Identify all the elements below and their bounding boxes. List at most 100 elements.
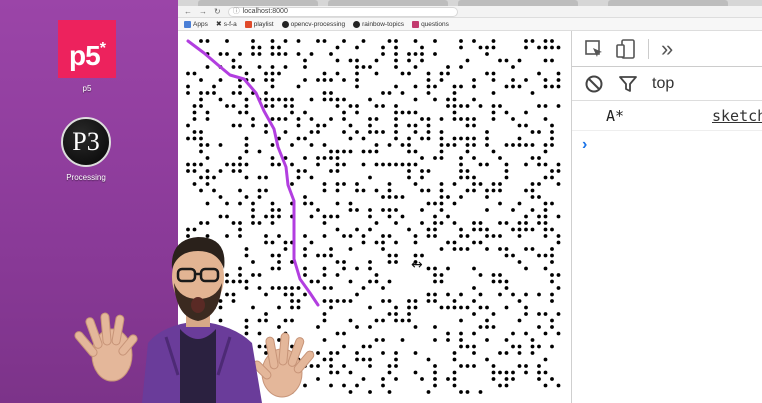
obstacle-dot — [329, 214, 333, 219]
bookmark-rainbow-topics[interactable]: rainbow-topics — [353, 20, 404, 28]
obstacle-dot — [199, 39, 203, 43]
obstacle-dot — [244, 104, 249, 108]
bookmark-opencv-processing[interactable]: opencv-processing — [281, 20, 345, 28]
more-panels-icon[interactable]: » — [661, 37, 673, 59]
obstacle-dot — [199, 175, 203, 180]
obstacle-dot — [225, 104, 229, 108]
filter-icon[interactable] — [618, 74, 638, 94]
clear-console-icon[interactable] — [584, 74, 604, 94]
obstacle-dot — [309, 201, 314, 206]
obstacle-dot — [368, 123, 372, 128]
obstacle-dot — [381, 45, 385, 50]
obstacle-dot — [433, 325, 437, 329]
obstacle-dot — [205, 65, 210, 69]
obstacle-dot — [485, 162, 489, 167]
obstacle-dot — [374, 104, 379, 108]
obstacle-dot — [446, 240, 450, 245]
browser-tab[interactable] — [328, 0, 448, 6]
obstacle-dot — [550, 175, 554, 180]
obstacle-dot — [387, 195, 392, 199]
obstacle-dot — [329, 169, 333, 173]
obstacle-dot — [381, 377, 385, 381]
obstacle-dot — [342, 110, 346, 115]
obstacle-dot — [309, 130, 314, 134]
obstacle-dot — [355, 78, 359, 82]
console-prompt[interactable]: › — [572, 131, 762, 159]
forward-icon[interactable]: → — [199, 6, 207, 18]
obstacle-dot — [511, 253, 515, 258]
obstacle-dot — [361, 286, 366, 290]
bookmark-s-f-a[interactable]: ✖ s-f-a — [216, 20, 237, 29]
obstacle-dot — [251, 208, 255, 212]
obstacle-dot — [550, 39, 554, 43]
obstacle-dot — [498, 370, 502, 375]
browser-tab[interactable] — [608, 0, 728, 6]
obstacle-dot — [459, 162, 463, 167]
obstacle-dot — [361, 136, 366, 141]
obstacle-dot — [452, 84, 457, 89]
desktop-icon-label: Processing — [66, 173, 106, 182]
obstacle-dot — [426, 234, 431, 238]
obstacle-dot — [472, 240, 476, 245]
device-toggle-icon[interactable] — [616, 38, 636, 59]
obstacle-dot — [205, 117, 210, 121]
obstacle-dot — [426, 201, 431, 206]
obstacle-dot — [368, 65, 372, 69]
obstacle-dot — [550, 130, 554, 134]
back-icon[interactable]: ← — [184, 6, 192, 18]
browser-tab[interactable] — [458, 0, 578, 6]
inspect-element-icon[interactable] — [584, 39, 604, 59]
obstacle-dot — [517, 221, 522, 225]
obstacle-dot — [465, 305, 470, 310]
obstacle-dot — [472, 136, 476, 141]
obstacle-dot — [316, 208, 320, 212]
obstacle-dot — [556, 312, 561, 316]
obstacle-dot — [394, 84, 398, 89]
obstacle-dot — [452, 97, 457, 102]
obstacle-dot — [374, 338, 379, 342]
obstacle-dot — [407, 123, 411, 128]
obstacle-dot — [394, 364, 398, 368]
obstacle-dot — [368, 357, 372, 362]
browser-tab[interactable] — [198, 0, 318, 6]
obstacle-dot — [270, 45, 275, 50]
obstacle-dot — [543, 234, 548, 238]
obstacle-dot — [426, 357, 431, 362]
obstacle-dot — [439, 136, 444, 141]
obstacle-dot — [355, 383, 359, 388]
obstacle-dot — [348, 390, 353, 394]
obstacle-dot — [218, 169, 223, 173]
obstacle-dot — [186, 91, 190, 95]
obstacle-dot — [348, 370, 353, 375]
obstacle-dot — [322, 97, 327, 102]
obstacle-dot — [452, 305, 457, 310]
obstacle-dot — [374, 143, 379, 147]
desktop-icon-processing[interactable]: P3 Processing — [41, 117, 131, 182]
obstacle-dot — [277, 214, 281, 219]
obstacle-dot — [426, 169, 431, 173]
obstacle-dot — [212, 175, 216, 180]
obstacle-dot — [485, 45, 489, 50]
obstacle-dot — [446, 104, 450, 108]
log-message: A* — [606, 106, 625, 125]
obstacle-dot — [400, 143, 405, 147]
bookmark-questions[interactable]: questions — [412, 20, 449, 28]
obstacle-dot — [550, 325, 554, 329]
obstacle-dot — [472, 351, 476, 355]
bookmark-playlist[interactable]: playlist — [244, 20, 274, 28]
bookmark-apps[interactable]: Apps — [184, 20, 208, 28]
reload-icon[interactable]: ↻ — [214, 6, 221, 18]
obstacle-dot — [296, 117, 301, 121]
obstacle-dot — [303, 195, 307, 199]
desktop-icon-p5[interactable]: p5* p5 — [42, 20, 132, 93]
obstacle-dot — [550, 279, 554, 284]
obstacle-dot — [491, 182, 496, 186]
context-selector[interactable]: top — [652, 75, 674, 93]
obstacle-dot — [491, 149, 496, 154]
obstacle-dot — [303, 65, 307, 69]
address-bar[interactable]: ⓘ localhost:8000 — [227, 6, 458, 17]
obstacle-dot — [186, 123, 190, 128]
obstacle-dot — [387, 182, 392, 186]
log-source-link[interactable]: sketch — [712, 107, 762, 125]
obstacle-dot — [472, 286, 476, 290]
